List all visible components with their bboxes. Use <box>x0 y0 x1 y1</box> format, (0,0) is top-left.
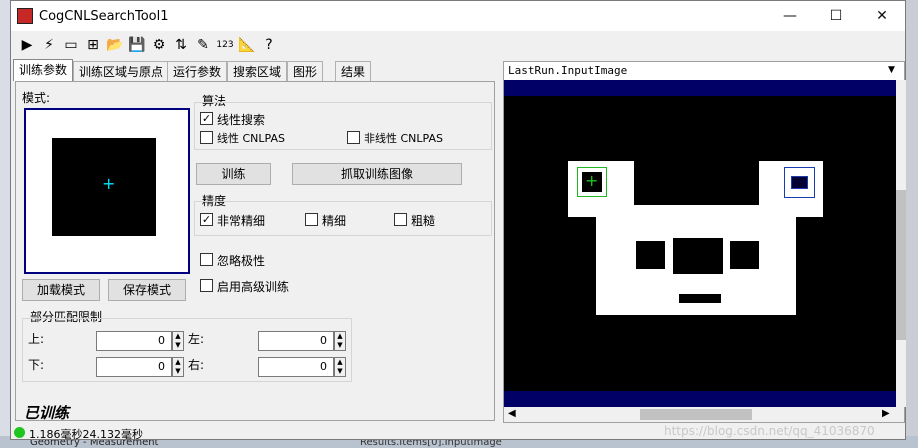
train-params-panel: 模式: + 加载模式 保存模式 算法 ✓ 线性搜索 线性 CNLPAS 非线性 … <box>15 81 495 422</box>
ignore-polarity-label: 忽略极性 <box>217 254 266 268</box>
pattern-label: 模式: <box>22 91 51 105</box>
top-limit-spinner[interactable]: ▲ ▼ <box>172 331 184 351</box>
bottom-limit-input[interactable]: 0 <box>96 357 172 377</box>
grab-train-image-button[interactable]: 抓取训练图像 <box>292 163 462 185</box>
coarse-label: 粗糙 <box>411 214 436 228</box>
tab-results[interactable]: 结果 <box>335 61 372 81</box>
image-border-top <box>504 80 896 96</box>
right-limit-spinner[interactable]: ▲ ▼ <box>334 357 346 377</box>
window-title: CogCNLSearchTool1 <box>39 9 169 24</box>
top-limit-label: 上: <box>28 332 45 346</box>
input-image[interactable]: + <box>504 80 896 407</box>
left-limit-input[interactable]: 0 <box>258 331 334 351</box>
scroll-left-icon[interactable]: ◀ <box>508 408 516 419</box>
right-limit-label: 右: <box>188 358 205 372</box>
coarse-checkbox[interactable] <box>394 213 407 226</box>
advanced-train-label: 启用高级训练 <box>217 280 290 294</box>
linear-search-checkbox[interactable]: ✓ <box>200 112 213 125</box>
search-result-box: + <box>577 167 607 197</box>
image-feature <box>679 294 721 303</box>
vertical-scroll-thumb[interactable] <box>896 190 906 340</box>
origin-marker-icon: + <box>102 174 116 193</box>
pattern-preview: + <box>24 108 190 274</box>
ignore-polarity-checkbox[interactable] <box>200 253 213 266</box>
close-button[interactable]: ✕ <box>859 1 905 31</box>
load-pattern-button[interactable]: 加载模式 <box>22 279 100 301</box>
tab-graphics[interactable]: 图形 <box>287 61 324 81</box>
tool-window: CogCNLSearchTool1 — ☐ ✕ ▶ ⚡ ▭ ⊞ 📂 💾 ⚙ ⇅ ✎ 123 📐? 训… <box>10 0 906 441</box>
number-icon[interactable]: 123 <box>215 35 235 55</box>
tab-search-region[interactable]: 搜索区域 <box>227 61 288 81</box>
tab-train-region[interactable]: 训练区域与原点 <box>73 61 170 81</box>
image-border-bottom <box>504 391 896 407</box>
very-fine-label: 非常精细 <box>217 214 266 228</box>
bottom-limit-label: 下: <box>28 358 45 372</box>
save-icon[interactable]: 💾 <box>127 35 147 55</box>
toolbar: ▶ ⚡ ▭ ⊞ 📂 💾 ⚙ ⇅ ✎ 123 📐? <box>11 32 905 58</box>
linear-cnlpas-label: 线性 CNLPAS <box>217 132 285 145</box>
image-feature <box>730 241 759 269</box>
image-display-panel: LastRun.InputImage ▼ + ◀ ▶ <box>503 61 906 423</box>
advanced-train-checkbox[interactable] <box>200 279 213 292</box>
trained-status: 已训练 <box>24 404 70 422</box>
vertical-scrollbar[interactable] <box>896 80 906 407</box>
watermark: https://blog.csdn.net/qq_41036870 <box>664 424 875 438</box>
tab-strip: 训练参数 训练区域与原点 运行参数 搜索区域 图形 结果 <box>11 59 496 81</box>
display-icon[interactable]: ▭ <box>61 35 81 55</box>
tab-run-params[interactable]: 运行参数 <box>167 61 228 81</box>
add-icon[interactable]: ⊞ <box>83 35 103 55</box>
fine-checkbox[interactable] <box>305 213 318 226</box>
save-pattern-button[interactable]: 保存模式 <box>108 279 186 301</box>
nonlinear-cnlpas-label: 非线性 CNLPAS <box>364 132 443 145</box>
import-icon[interactable]: ⇅ <box>171 35 191 55</box>
image-source-label: LastRun.InputImage <box>504 62 904 80</box>
open-folder-icon[interactable]: 📂 <box>105 35 125 55</box>
nonlinear-cnlpas-checkbox[interactable] <box>347 131 360 144</box>
help-icon[interactable]: ? <box>259 35 279 55</box>
background-app-right <box>905 0 918 448</box>
result-origin-icon: + <box>585 171 599 190</box>
fine-label: 精细 <box>322 214 347 228</box>
left-limit-label: 左: <box>188 332 205 346</box>
scroll-right-icon[interactable]: ▶ <box>882 408 890 419</box>
result-feature <box>791 176 808 189</box>
horizontal-scrollbar[interactable]: ◀ ▶ <box>504 407 896 422</box>
status-bar: 1.186毫秒24.132毫秒 <box>11 425 247 441</box>
search-region-box <box>784 167 815 198</box>
minimize-button[interactable]: — <box>767 1 813 31</box>
linear-search-label: 线性搜索 <box>217 113 266 127</box>
top-limit-input[interactable]: 0 <box>96 331 172 351</box>
status-ok-icon <box>14 427 25 438</box>
image-feature <box>673 238 723 274</box>
tool-icon[interactable]: ✎ <box>193 35 213 55</box>
background-app-left <box>0 0 10 448</box>
left-limit-spinner[interactable]: ▲ ▼ <box>334 331 346 351</box>
electric-icon[interactable]: ⚡ <box>39 35 59 55</box>
title-bar: CogCNLSearchTool1 — ☐ ✕ <box>11 1 905 31</box>
image-source-dropdown-icon[interactable]: ▼ <box>888 65 895 75</box>
train-button[interactable]: 训练 <box>196 163 271 185</box>
run-icon[interactable]: ▶ <box>17 35 37 55</box>
very-fine-checkbox[interactable]: ✓ <box>200 213 213 226</box>
bottom-limit-spinner[interactable]: ▲ ▼ <box>172 357 184 377</box>
horizontal-scroll-thumb[interactable] <box>640 409 752 420</box>
properties-icon[interactable]: ⚙ <box>149 35 169 55</box>
right-limit-input[interactable]: 0 <box>258 357 334 377</box>
app-icon <box>17 8 33 24</box>
ruler-icon[interactable]: 📐 <box>237 35 257 55</box>
run-time-text: 1.186毫秒24.132毫秒 <box>29 428 143 441</box>
image-feature <box>636 241 665 269</box>
tab-train-params[interactable]: 训练参数 <box>13 59 74 81</box>
linear-cnlpas-checkbox[interactable] <box>200 131 213 144</box>
maximize-button[interactable]: ☐ <box>813 1 859 31</box>
